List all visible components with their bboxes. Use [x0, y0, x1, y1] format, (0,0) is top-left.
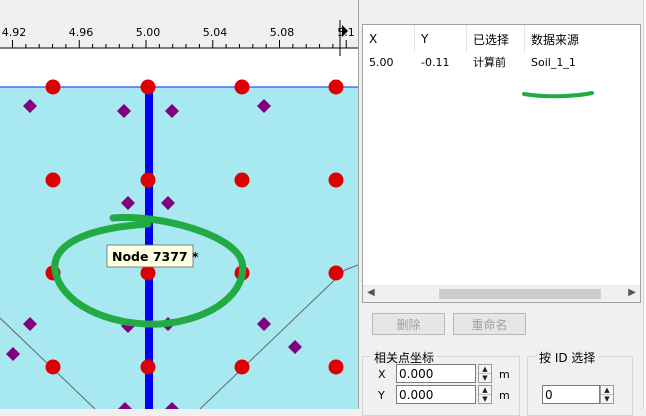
model-canvas[interactable]: 4.924.965.005.045.085.1 Node 7377 * [0, 0, 358, 409]
x-unit-label: m [499, 368, 510, 381]
mesh-node[interactable] [140, 172, 156, 188]
cell-y: -0.11 [421, 55, 450, 69]
canvas-drawing[interactable]: 4.924.965.005.045.085.1 Node 7377 * [0, 0, 358, 409]
mesh-node[interactable] [140, 79, 156, 95]
spin-up-icon[interactable]: ▲ [601, 386, 613, 395]
mesh-node[interactable] [140, 265, 156, 281]
x-coord-label: X [378, 368, 386, 381]
mesh-node[interactable] [234, 172, 250, 188]
spin-up-icon[interactable]: ▲ [479, 386, 491, 395]
mesh-node[interactable] [45, 172, 61, 188]
mesh-node[interactable] [140, 359, 156, 375]
cell-selected: 计算前 [473, 56, 506, 69]
delete-button[interactable]: 删除 [372, 313, 445, 335]
selected-points-list[interactable]: X Y 已选择 数据来源 5.00 -0.11 计算前 Soil_1_1 ◀ ▶ [362, 24, 641, 303]
mesh-node[interactable] [328, 359, 344, 375]
spin-down-icon[interactable]: ▼ [601, 395, 613, 404]
scroll-left-icon[interactable]: ◀ [367, 287, 375, 298]
ruler-label: 5.04 [203, 26, 228, 39]
id-input[interactable]: 0 [542, 385, 600, 404]
header-selected[interactable]: 已选择 [467, 25, 525, 53]
cell-data-source: Soil_1_1 [531, 55, 576, 69]
list-header: X Y 已选择 数据来源 [363, 25, 640, 53]
spin-up-icon[interactable]: ▲ [479, 365, 491, 374]
mesh-node[interactable] [45, 79, 61, 95]
scroll-right-icon[interactable]: ▶ [628, 287, 636, 298]
ruler-label: 5.00 [136, 26, 161, 39]
y-coord-input[interactable]: 0.000 [396, 385, 476, 404]
mesh-node[interactable] [328, 79, 344, 95]
y-unit-label: m [499, 389, 510, 402]
selection-panel: X Y 已选择 数据来源 5.00 -0.11 计算前 Soil_1_1 ◀ ▶… [358, 0, 646, 416]
header-data-source[interactable]: 数据来源 [525, 25, 635, 53]
y-coord-label: Y [378, 389, 385, 402]
header-y[interactable]: Y [415, 25, 467, 53]
mesh-node[interactable] [328, 265, 344, 281]
x-coord-input[interactable]: 0.000 [396, 364, 476, 383]
x-coord-spinner[interactable]: ▲ ▼ [478, 364, 492, 383]
spin-down-icon[interactable]: ▼ [479, 395, 491, 404]
ruler-background [0, 0, 358, 48]
mesh-node[interactable] [328, 172, 344, 188]
table-row[interactable]: 5.00 -0.11 计算前 Soil_1_1 [363, 53, 640, 71]
node-tooltip-text: Node 7377 * [112, 249, 199, 264]
header-x[interactable]: X [363, 25, 415, 53]
rename-button[interactable]: 重命名 [453, 313, 526, 335]
id-group-title: 按 ID 选择 [536, 349, 599, 366]
spin-down-icon[interactable]: ▼ [479, 374, 491, 383]
cell-x: 5.00 [369, 55, 394, 69]
mesh-node[interactable] [45, 359, 61, 375]
scrollbar-thumb[interactable] [439, 289, 601, 299]
y-coord-spinner[interactable]: ▲ ▼ [478, 385, 492, 404]
source-underline-annotation [522, 91, 594, 99]
id-spinner[interactable]: ▲ ▼ [600, 385, 614, 404]
ruler-label: 4.92 [2, 26, 27, 39]
horizontal-scrollbar[interactable]: ◀ ▶ [363, 285, 640, 302]
mesh-node[interactable] [234, 79, 250, 95]
ruler-label: 4.96 [69, 26, 94, 39]
ruler-label: 5.08 [270, 26, 295, 39]
mesh-node[interactable] [234, 359, 250, 375]
